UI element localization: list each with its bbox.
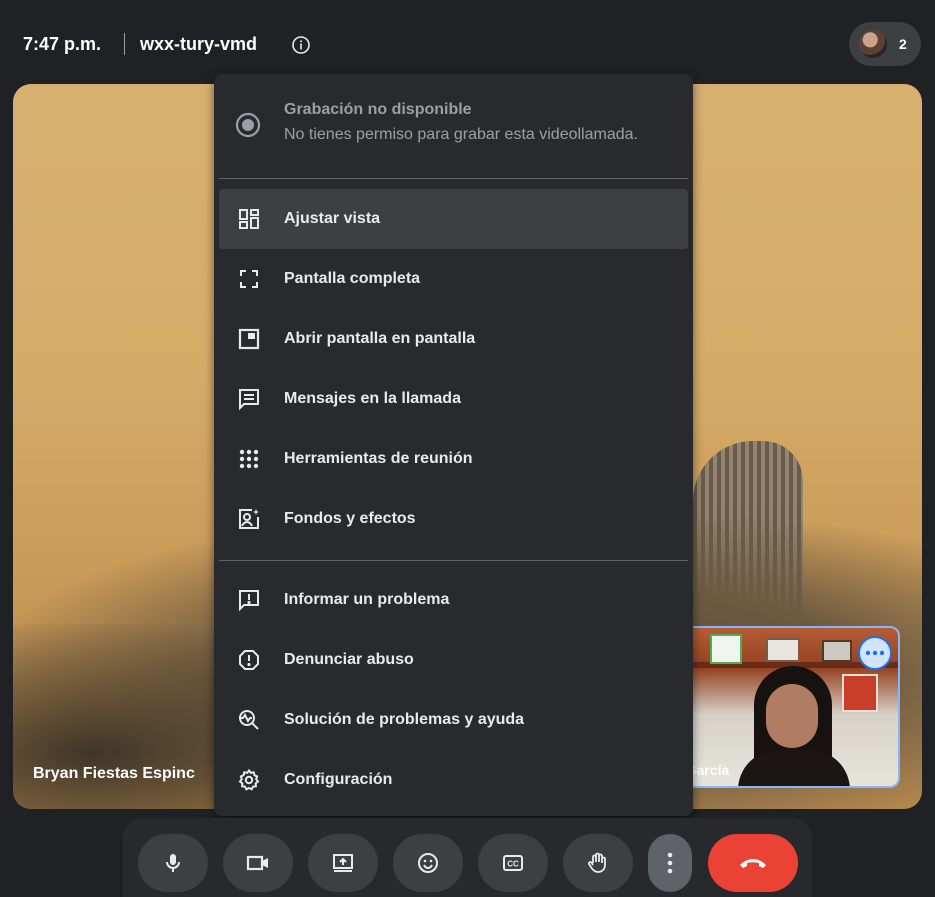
menu-item-backgrounds-effects[interactable]: Fondos y efectos [219, 489, 688, 549]
menu-item-label: Mensajes en la llamada [284, 390, 461, 407]
menu-item-chat[interactable]: Mensajes en la llamada [219, 369, 688, 429]
menu-item-label: Denunciar abuso [284, 651, 414, 668]
photo-frame [822, 640, 852, 662]
menu-item-label: Solución de problemas y ayuda [284, 711, 525, 728]
layout-icon [235, 205, 263, 233]
menu-item-report-abuse[interactable]: Denunciar abuso [219, 630, 688, 690]
menu-item-picture-in-picture[interactable]: Abrir pantalla en pantalla [219, 309, 688, 369]
menu-item-report-problem[interactable]: Informar un problema [219, 570, 688, 630]
meeting-code: wxx-tury-vmd [140, 34, 258, 54]
effects-icon [235, 505, 263, 533]
camera-icon [246, 855, 268, 871]
reactions-button[interactable] [393, 834, 463, 892]
report-icon [235, 646, 263, 674]
call-controls-bar: CC [123, 818, 812, 897]
tile-options-button[interactable] [858, 636, 892, 670]
more-horiz-icon [865, 650, 885, 656]
header-divider [124, 33, 125, 55]
recording-subtitle: No tienes permiso para grabar esta video… [284, 126, 638, 143]
hang-up-icon [740, 859, 766, 868]
self-view-tile[interactable]: el García [680, 626, 900, 788]
menu-item-label: Herramientas de reunión [284, 450, 473, 467]
leave-call-button[interactable] [708, 834, 798, 892]
more-options-button[interactable] [648, 834, 692, 892]
recording-title: Grabación no disponible [284, 101, 472, 118]
main-participant-name: Bryan Fiestas Espinc [33, 765, 195, 782]
top-bar: 7:47 p.m. wxx-tury-vmd 2 [0, 0, 935, 84]
more-options-menu: Grabación no disponible No tienes permis… [214, 74, 693, 816]
menu-item-settings[interactable]: Configuración [219, 750, 688, 810]
apps-grid-icon [235, 445, 263, 473]
menu-item-meeting-tools[interactable]: Herramientas de reunión [219, 429, 688, 489]
menu-item-label: Configuración [284, 771, 393, 788]
fullscreen-icon [235, 265, 263, 293]
info-icon[interactable] [291, 35, 311, 55]
photo-frame [766, 638, 800, 662]
emoji-icon [418, 853, 438, 873]
record-icon [235, 112, 261, 138]
settings-icon [235, 766, 263, 794]
participant-avatar [859, 30, 887, 58]
menu-item-label: Informar un problema [284, 591, 450, 608]
microphone-button[interactable] [138, 834, 208, 892]
mic-icon [166, 854, 180, 872]
hand-icon [588, 852, 606, 873]
troubleshoot-icon [235, 706, 263, 734]
camera-button[interactable] [223, 834, 293, 892]
participants-button[interactable]: 2 [849, 22, 921, 66]
menu-item-troubleshooting[interactable]: Solución de problemas y ayuda [219, 690, 688, 750]
menu-item-adjust-view[interactable]: Ajustar vista [219, 189, 688, 249]
recording-unavailable: Grabación no disponible No tienes permis… [214, 74, 693, 178]
chat-icon [235, 385, 263, 413]
raise-hand-button[interactable] [563, 834, 633, 892]
video-person-face [766, 684, 818, 748]
captions-button[interactable]: CC [478, 834, 548, 892]
photo-frame [842, 674, 878, 712]
captions-icon: CC [503, 855, 523, 871]
menu-divider [219, 560, 688, 561]
menu-item-label: Ajustar vista [284, 210, 381, 227]
meeting-time: 7:47 p.m. [23, 34, 102, 54]
participant-count: 2 [899, 36, 907, 52]
feedback-icon [235, 586, 263, 614]
menu-divider [219, 178, 688, 179]
present-button[interactable] [308, 834, 378, 892]
menu-item-label: Pantalla completa [284, 270, 421, 287]
menu-item-label: Fondos y efectos [284, 510, 416, 527]
svg-text:CC: CC [507, 860, 519, 869]
more-vert-icon [667, 852, 673, 874]
photo-frame [710, 634, 742, 664]
menu-item-fullscreen[interactable]: Pantalla completa [219, 249, 688, 309]
present-screen-icon [333, 854, 353, 872]
picture-in-picture-icon [235, 325, 263, 353]
menu-item-label: Abrir pantalla en pantalla [284, 330, 476, 347]
